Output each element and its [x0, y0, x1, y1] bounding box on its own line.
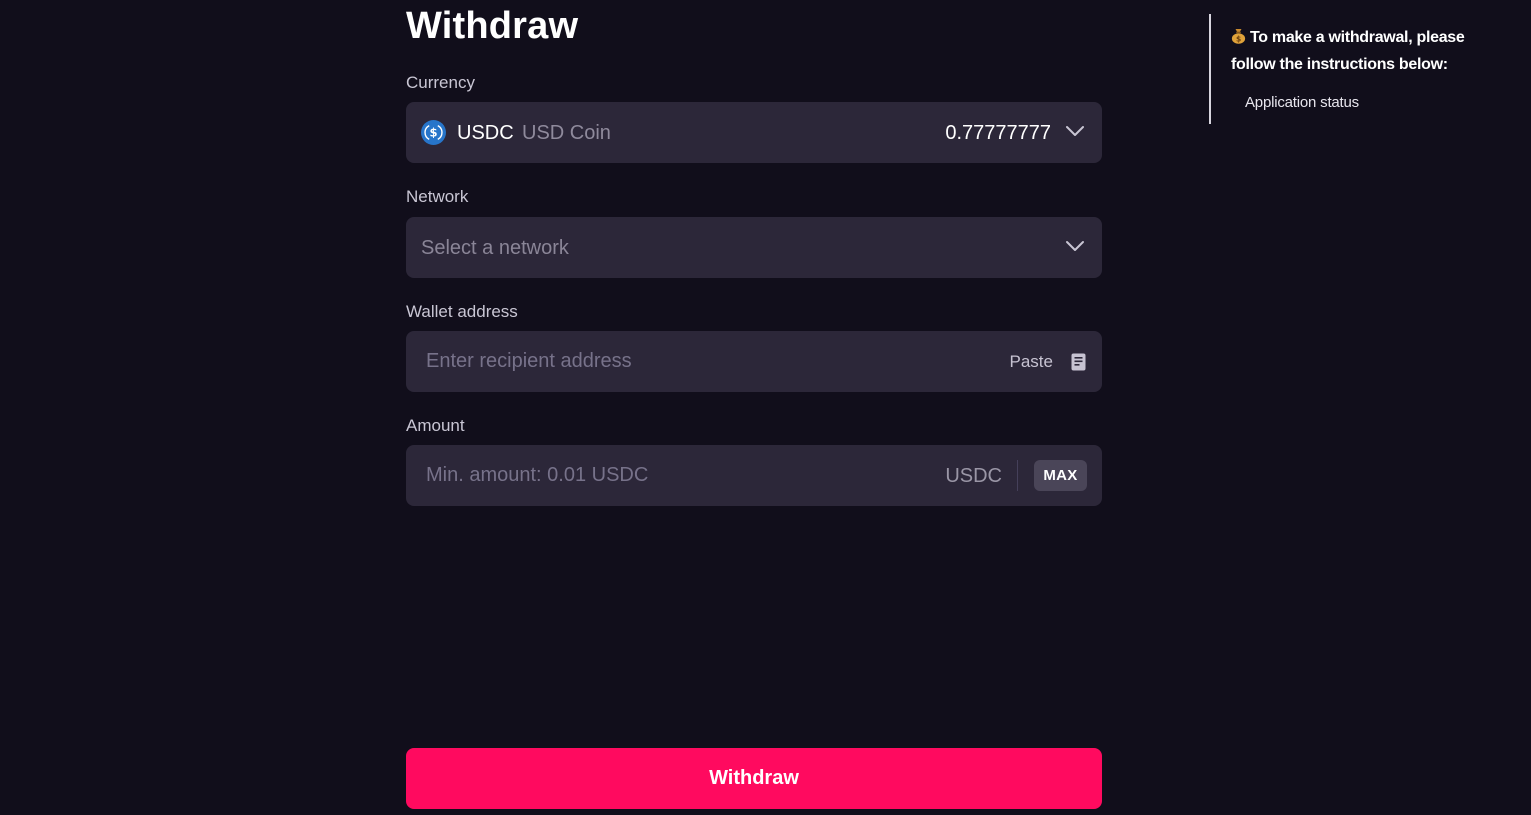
- amount-field: USDC MAX: [406, 445, 1102, 506]
- chevron-down-icon: [1066, 126, 1084, 136]
- currency-symbol: USDC: [457, 122, 514, 144]
- money-bag-icon: $: [1231, 29, 1246, 44]
- instructions-heading-text: To make a withdrawal, please follow the …: [1231, 29, 1465, 73]
- currency-balance: 0.77777777: [945, 122, 1051, 144]
- amount-label: Amount: [406, 416, 465, 435]
- wallet-address-field: Paste: [406, 331, 1102, 392]
- amount-input[interactable]: [426, 445, 926, 506]
- chevron-down-icon: [1066, 241, 1084, 251]
- network-select[interactable]: Select a network: [406, 217, 1102, 278]
- svg-text:$: $: [429, 126, 437, 140]
- currency-label: Currency: [406, 73, 475, 92]
- max-button[interactable]: MAX: [1034, 460, 1087, 491]
- currency-select[interactable]: $ USDC USD Coin 0.77777777: [406, 102, 1102, 163]
- withdraw-button[interactable]: Withdraw: [406, 748, 1102, 809]
- network-placeholder: Select a network: [421, 237, 569, 259]
- wallet-address-label: Wallet address: [406, 302, 518, 321]
- instructions-heading: $ To make a withdrawal, please follow th…: [1231, 24, 1501, 78]
- network-label: Network: [406, 187, 469, 206]
- usdc-coin-icon: $: [421, 120, 446, 145]
- withdraw-page: Withdraw Currency $ USDC USD Coin 0.7777…: [0, 0, 1531, 815]
- paste-label: Paste: [1009, 352, 1053, 371]
- instructions-panel: $ To make a withdrawal, please follow th…: [1209, 14, 1509, 124]
- clipboard-icon: [1071, 353, 1086, 371]
- wallet-address-input[interactable]: [426, 331, 986, 392]
- amount-divider: [1017, 460, 1018, 491]
- svg-text:$: $: [1236, 35, 1241, 44]
- currency-name: USD Coin: [522, 122, 611, 144]
- application-status-link[interactable]: Application status: [1245, 94, 1359, 111]
- paste-button[interactable]: Paste: [1010, 349, 1086, 375]
- amount-currency: USDC: [945, 465, 1002, 487]
- page-title: Withdraw: [406, 5, 579, 47]
